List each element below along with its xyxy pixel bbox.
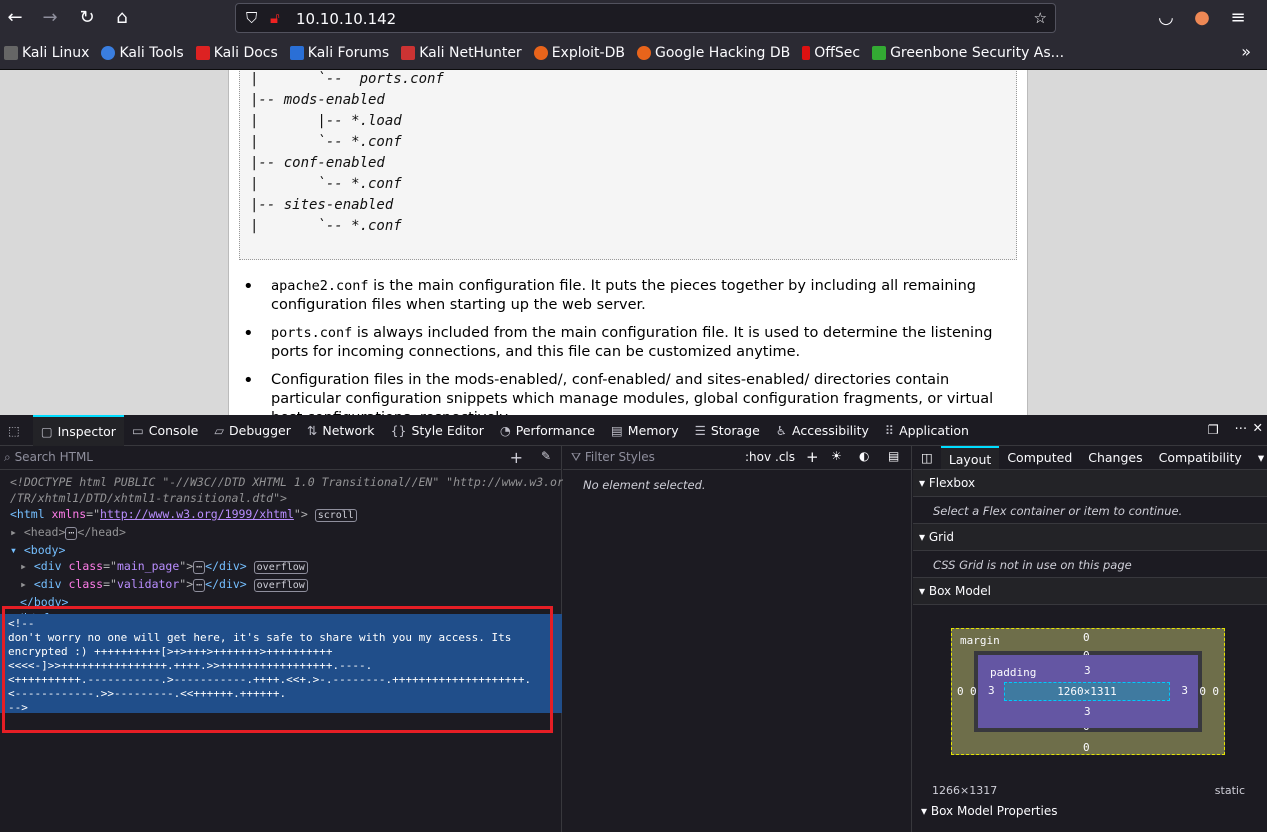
- bookmark-kali-docs[interactable]: Kali Docs: [195, 45, 278, 61]
- element-position: static: [1214, 784, 1245, 797]
- tab-style-editor[interactable]: {} Style Editor: [383, 415, 492, 446]
- tab-performance[interactable]: ◔ Performance: [492, 415, 603, 446]
- bookmark-greenbone[interactable]: Greenbone Security As...: [872, 45, 1064, 61]
- offsec-icon: [802, 45, 811, 60]
- home-icon[interactable]: ⌂: [110, 6, 134, 30]
- tab-layout[interactable]: Layout: [940, 446, 1000, 469]
- nethunter-icon: [401, 45, 416, 60]
- tab-compatibility[interactable]: Compatibility: [1151, 446, 1250, 469]
- web-page: | `-- ports.conf |-- mods-enabled | |-- *.…: [0, 70, 1267, 415]
- kali-icon: [4, 45, 18, 60]
- bookmarks-overflow-icon[interactable]: »: [1241, 42, 1251, 61]
- menu-icon[interactable]: ≡: [1226, 6, 1250, 30]
- insecure-lock-icon[interactable]: 🔓︎: [270, 9, 280, 27]
- url-text[interactable]: 10.10.10.142: [296, 10, 396, 28]
- flexbox-section[interactable]: ▾ Flexbox: [913, 470, 1267, 497]
- bookmark-kali-forums[interactable]: Kali Forums: [289, 45, 389, 61]
- dock-icon[interactable]: ❐: [1208, 422, 1219, 437]
- add-node-icon[interactable]: +: [510, 448, 523, 467]
- bookmarks-bar: Kali Linux Kali Tools Kali Docs Kali For…: [0, 36, 1267, 70]
- account-icon[interactable]: ●: [1190, 6, 1214, 30]
- shield-icon[interactable]: ⛉: [246, 9, 257, 27]
- reload-icon[interactable]: ↻: [75, 6, 99, 30]
- markup-panel: ⌕ Search HTML + ✎ <!DOCTYPE html PUBLIC …: [0, 446, 571, 832]
- tab-application[interactable]: ⠿ Application: [877, 415, 977, 446]
- tab-computed[interactable]: Computed: [999, 446, 1080, 469]
- sidebar-tabs: ◫ Layout Computed Changes Compatibility …: [913, 446, 1267, 470]
- tab-storage[interactable]: ☰ Storage: [687, 415, 768, 446]
- devtools-tabs: ⬚ ▢ Inspector ▭ Console ▱ Debugger ⇅ Network…: [0, 414, 1267, 446]
- dark-theme-icon[interactable]: ◐: [859, 449, 869, 463]
- layout-sidebar: ◫ Layout Computed Changes Compatibility …: [913, 446, 1267, 832]
- tab-network[interactable]: ⇅ Network: [299, 415, 383, 446]
- rules-panel: ⛛ Filter Styles :hov .cls + ☀ ◐ ▤ No ele…: [563, 446, 912, 832]
- list-item: apache2.conf is the main configuration f…: [243, 277, 1013, 315]
- more-icon[interactable]: ⋯: [1235, 420, 1248, 435]
- tab-console[interactable]: ▭ Console: [124, 415, 206, 446]
- list-item: ports.conf is always included from the m…: [243, 324, 1013, 362]
- search-html-input[interactable]: ⌕ Search HTML + ✎: [0, 446, 561, 470]
- config-tree-code-block: | `-- ports.conf |-- mods-enabled | |-- *.…: [239, 70, 1017, 260]
- grid-section[interactable]: ▾ Grid: [913, 524, 1267, 551]
- box-model-properties-section[interactable]: ▾ Box Model Properties: [921, 804, 1057, 818]
- sidebar-dropdown-icon[interactable]: ▾: [1250, 446, 1267, 469]
- div-validator-node[interactable]: ▸ <div class="validator"> ⋯ </div> overflo…: [0, 576, 561, 594]
- bookmark-kali-linux[interactable]: Kali Linux: [4, 45, 89, 61]
- tab-inspector[interactable]: ▢ Inspector: [32, 414, 124, 446]
- ghdb-icon: [636, 45, 651, 60]
- div-main-page-node[interactable]: ▸ <div class="main_page"> ⋯ </div> overflo…: [0, 558, 561, 576]
- box-model-content: 1260×1311: [1004, 682, 1170, 701]
- element-size: 1266×1317: [932, 784, 998, 797]
- forward-icon[interactable]: →: [38, 6, 62, 30]
- url-bar[interactable]: ⛉ 🔓︎ 10.10.10.142 ☆: [235, 3, 1056, 33]
- bookmark-kali-tools[interactable]: Kali Tools: [101, 45, 184, 61]
- eyedropper-icon[interactable]: ✎: [541, 449, 551, 463]
- bookmark-google-hacking-db[interactable]: Google Hacking DB: [636, 45, 790, 61]
- body-node[interactable]: ▾ <body>: [0, 542, 561, 558]
- list-item: Configuration files in the mods-enabled/…: [243, 371, 1013, 415]
- close-devtools-icon[interactable]: ✕: [1253, 420, 1263, 435]
- highlight-annotation-box: [2, 606, 553, 733]
- kali-docs-icon: [195, 45, 210, 60]
- box-model-padding: padding 3 3 3 3 1260×1311: [978, 655, 1198, 728]
- tab-accessibility[interactable]: ♿︎ Accessibility: [768, 415, 877, 446]
- bookmark-star-icon[interactable]: ☆: [1034, 9, 1047, 27]
- search-icon: ⌕: [4, 450, 11, 464]
- kali-tools-icon: [101, 45, 116, 60]
- bookmark-kali-nethunter[interactable]: Kali NetHunter: [401, 45, 522, 61]
- light-theme-icon[interactable]: ☀: [831, 449, 842, 463]
- add-rule-icon[interactable]: +: [806, 448, 819, 466]
- head-node[interactable]: ▸ <head> ⋯ </head>: [0, 524, 561, 542]
- greenbone-icon: [872, 45, 887, 60]
- bookmark-offsec[interactable]: OffSec: [802, 45, 860, 61]
- tab-memory[interactable]: ▤ Memory: [603, 415, 687, 446]
- box-model-section[interactable]: ▾ Box Model: [913, 578, 1267, 605]
- print-media-icon[interactable]: ▤: [888, 449, 899, 463]
- bookmark-exploit-db[interactable]: Exploit-DB: [533, 45, 625, 61]
- kali-forums-icon: [289, 45, 304, 60]
- tab-changes[interactable]: Changes: [1080, 446, 1150, 469]
- element-picker-icon[interactable]: ⬚: [0, 415, 33, 446]
- html-node[interactable]: <html xmlns="http://www.w3.org/1999/xhtm…: [0, 506, 561, 524]
- config-file-list: apache2.conf is the main configuration f…: [243, 277, 1013, 415]
- filter-styles-input[interactable]: ⛛ Filter Styles :hov .cls + ☀ ◐ ▤: [563, 446, 911, 470]
- toggle-sidebar-icon[interactable]: ◫: [913, 446, 941, 469]
- page-content: | `-- ports.conf |-- mods-enabled | |-- *.…: [228, 70, 1028, 415]
- browser-toolbar: ← → ↻ ⌂ ⛉ 🔓︎ 10.10.10.142 ☆ ◡ ● ≡: [0, 0, 1267, 36]
- box-model-diagram: margin 0 0 0 0 border 0 0 0 0 padding 3 …: [951, 628, 1225, 755]
- hov-toggle[interactable]: :hov: [745, 450, 771, 464]
- no-element-message: No element selected.: [583, 478, 706, 492]
- exploit-db-icon: [533, 45, 548, 60]
- back-icon[interactable]: ←: [3, 6, 27, 30]
- tab-debugger[interactable]: ▱ Debugger: [206, 415, 299, 446]
- box-model-border: border 0 0 0 0 padding 3 3 3 3 1260×1311: [970, 649, 1206, 733]
- pocket-icon[interactable]: ◡: [1154, 6, 1178, 30]
- cls-toggle[interactable]: .cls: [775, 450, 795, 464]
